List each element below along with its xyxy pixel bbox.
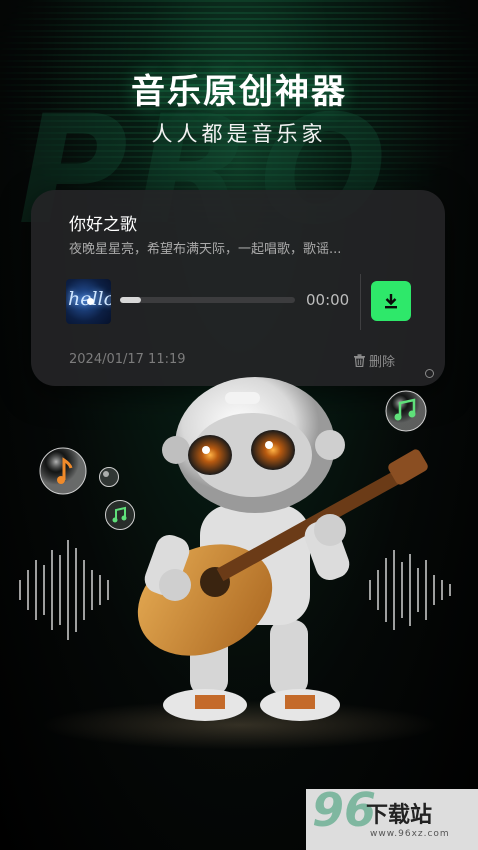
divider [360, 274, 361, 330]
download-button[interactable] [371, 281, 411, 321]
song-date: 2024/01/17 11:19 [69, 352, 186, 367]
song-lyrics: 夜晚星星亮，希望布满天际，一起唱歌，歌谣... [69, 242, 342, 257]
delete-label: 删除 [369, 355, 396, 370]
song-card[interactable]: 你好之歌 夜晚星星亮，希望布满天际，一起唱歌，歌谣... hello 00:00… [31, 190, 445, 386]
small-bubble [99, 467, 119, 487]
playback-time: 00:00 [306, 291, 350, 309]
delete-button[interactable]: 删除 [353, 351, 395, 370]
music-bubble-left [39, 447, 87, 495]
progress-fill [120, 297, 141, 303]
song-title: 你好之歌 [69, 215, 137, 235]
download-icon [385, 294, 397, 309]
hero-subtitle: 人人都是音乐家 [151, 122, 327, 146]
progress-bar[interactable] [120, 297, 295, 303]
song-thumbnail[interactable]: hello [66, 279, 111, 324]
hero-title: 音乐原创神器 [131, 72, 347, 112]
watermark-url: www.96xz.com [370, 829, 450, 839]
watermark: 96 下载站 www.96xz.com [306, 787, 478, 850]
watermark-text: 下载站 [366, 803, 433, 828]
play-icon[interactable] [87, 298, 94, 305]
robot-guitar-illustration [137, 377, 428, 721]
trash-icon [354, 354, 365, 367]
